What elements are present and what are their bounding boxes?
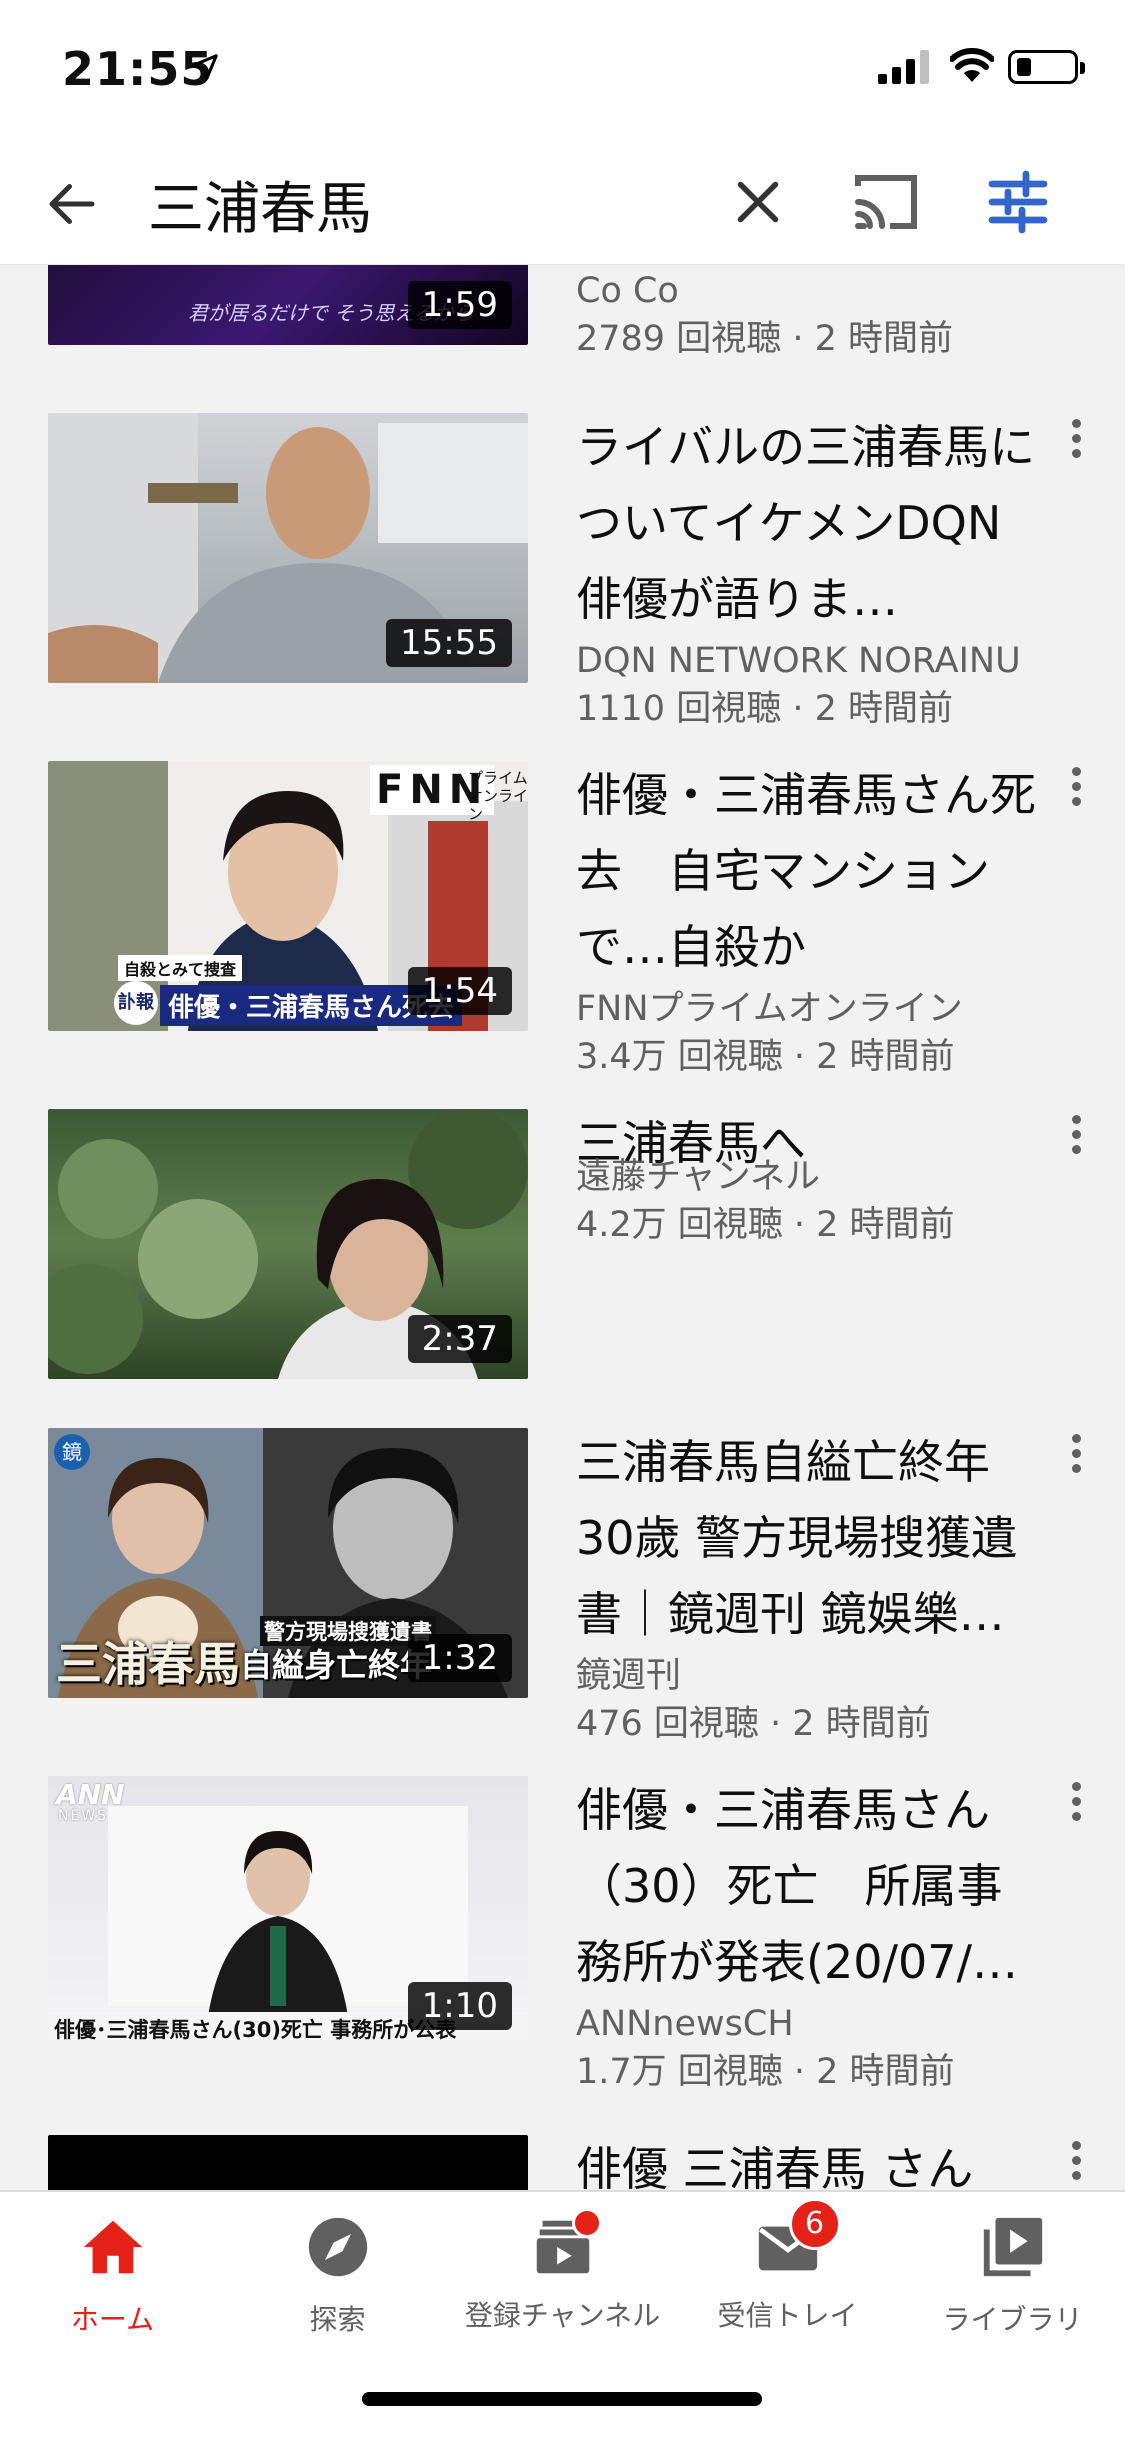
video-title[interactable]: 三浦春馬自縊亡終年30歲 警方現場搜獲遺書｜鏡週刊 鏡娛樂… xyxy=(576,1424,1036,1652)
video-duration: 1:54 xyxy=(407,967,512,1015)
view-count: 1.7万 回視聴 · 2 時間前 xyxy=(576,2052,955,2092)
view-count: 4.2万 回視聴 · 2 時間前 xyxy=(576,1205,955,1245)
thumb-name: 三浦春馬 xyxy=(56,1637,240,1691)
tab-subscriptions[interactable]: 登録チャンネル xyxy=(450,2208,675,2334)
view-count: 476 回視聴 · 2 時間前 xyxy=(576,1704,931,1744)
channel-name: Co Co xyxy=(576,271,679,311)
back-arrow-icon[interactable] xyxy=(42,174,102,234)
inbox-badge: 6 xyxy=(788,2198,841,2250)
thumb-tag: 自殺とみて捜査 xyxy=(118,955,243,981)
video-thumbnail[interactable]: 2:37 xyxy=(48,1109,528,1379)
video-duration: 2:37 xyxy=(407,1315,512,1363)
channel-name: 鏡週刊 xyxy=(576,1656,682,1696)
thumb-sub2: 自縊身亡終年 xyxy=(240,1646,433,1684)
wifi-icon xyxy=(950,48,994,82)
location-arrow-icon xyxy=(192,54,218,80)
tab-home[interactable]: ホーム xyxy=(0,2212,225,2338)
tab-library[interactable]: ライブラリ xyxy=(900,2212,1125,2338)
ann-logo: ANN xyxy=(56,1778,125,1811)
ann-logo-sub: NEWS xyxy=(58,1808,109,1824)
view-count: 1110 回視聴 · 2 時間前 xyxy=(576,689,953,729)
video-thumbnail[interactable] xyxy=(48,2135,528,2190)
explore-icon xyxy=(308,2217,367,2277)
video-duration: 1:32 xyxy=(407,1634,512,1682)
status-bar: 21:55 xyxy=(0,0,1125,140)
more-options-icon[interactable] xyxy=(1064,1109,1088,1169)
channel-name: ANNnewsCH xyxy=(576,2004,794,2044)
video-thumbnail[interactable]: ANN NEWS 俳優･三浦春馬さん(30)死亡 事務所が公表 1:10 xyxy=(48,1776,528,2046)
channel-name: 遠藤チャンネル xyxy=(576,1157,820,1197)
inbox-icon: 6 xyxy=(753,2198,841,2282)
fnn-logo-sub: プライム オンライン xyxy=(468,769,528,823)
more-options-icon[interactable] xyxy=(1064,1776,1088,1836)
more-options-icon[interactable] xyxy=(1064,1428,1088,1488)
search-query[interactable]: 三浦春馬 xyxy=(148,164,372,245)
battery-icon xyxy=(1008,50,1085,84)
video-title[interactable]: 俳優・三浦春馬さん（30）死亡 所属事務所が発表(20/07/… xyxy=(576,1772,1036,2000)
video-title[interactable]: ライバルの三浦春馬についてイケメンDQN俳優が語りま… xyxy=(576,409,1036,637)
view-count: 3.4万 回視聴 · 2 時間前 xyxy=(576,1037,955,1077)
video-duration: 1:59 xyxy=(407,281,512,329)
video-duration: 15:55 xyxy=(386,619,512,667)
home-icon xyxy=(83,2220,142,2274)
video-title[interactable]: 俳優・三浦春馬さん死去 自宅マンションで…自殺か xyxy=(576,757,1036,985)
tab-explore[interactable]: 探索 xyxy=(225,2212,450,2338)
video-thumbnail[interactable]: 15:55 xyxy=(48,413,528,683)
video-title[interactable]: 俳優 三浦春馬 さん xyxy=(576,2131,1036,2190)
home-indicator xyxy=(362,2392,762,2406)
tab-label: 受信トレイ xyxy=(717,2299,858,2332)
cellular-signal-icon xyxy=(878,50,929,84)
search-results-list[interactable]: 君が居るだけで そう思えるから 1:59 Co Co 2789 回視聴 · 2 … xyxy=(0,265,1125,2190)
filter-icon[interactable] xyxy=(986,170,1050,234)
video-thumbnail[interactable]: 鏡 三浦春馬 警方現場搜獲遺書 自縊身亡終年 1:32 xyxy=(48,1428,528,1698)
more-options-icon[interactable] xyxy=(1064,413,1088,473)
thumb-banner: 俳優･三浦春馬さん(30)死亡 事務所が公表 xyxy=(54,2018,457,2042)
view-count: 2789 回視聴 · 2 時間前 xyxy=(576,319,953,359)
tab-label: ホーム xyxy=(70,2303,155,2336)
tab-inbox[interactable]: 6 受信トレイ xyxy=(675,2198,900,2334)
thumb-flag: 訃報 xyxy=(114,981,158,1025)
magazine-logo-icon: 鏡 xyxy=(54,1434,90,1470)
video-duration: 1:10 xyxy=(407,1982,512,2030)
search-header: 三浦春馬 xyxy=(0,140,1125,265)
tab-label: 登録チャンネル xyxy=(464,2299,661,2332)
tab-label: ライブラリ xyxy=(942,2303,1083,2336)
notification-dot xyxy=(571,2208,602,2238)
subscriptions-icon xyxy=(528,2208,602,2282)
channel-name: DQN NETWORK NORAINU xyxy=(576,641,1021,681)
more-options-icon[interactable] xyxy=(1064,2135,1088,2190)
channel-name: FNNプライムオンライン xyxy=(576,989,963,1029)
more-options-icon[interactable] xyxy=(1064,761,1088,821)
tab-label: 探索 xyxy=(309,2303,366,2336)
video-thumbnail[interactable]: FNN プライム オンライン 自殺とみて捜査 訃報 俳優・三浦春馬さん死去 1:… xyxy=(48,761,528,1031)
cast-icon[interactable] xyxy=(850,170,922,234)
clear-icon[interactable] xyxy=(728,172,788,232)
video-thumbnail[interactable]: 君が居るだけで そう思えるから 1:59 xyxy=(48,265,528,345)
library-icon xyxy=(983,2217,1042,2277)
